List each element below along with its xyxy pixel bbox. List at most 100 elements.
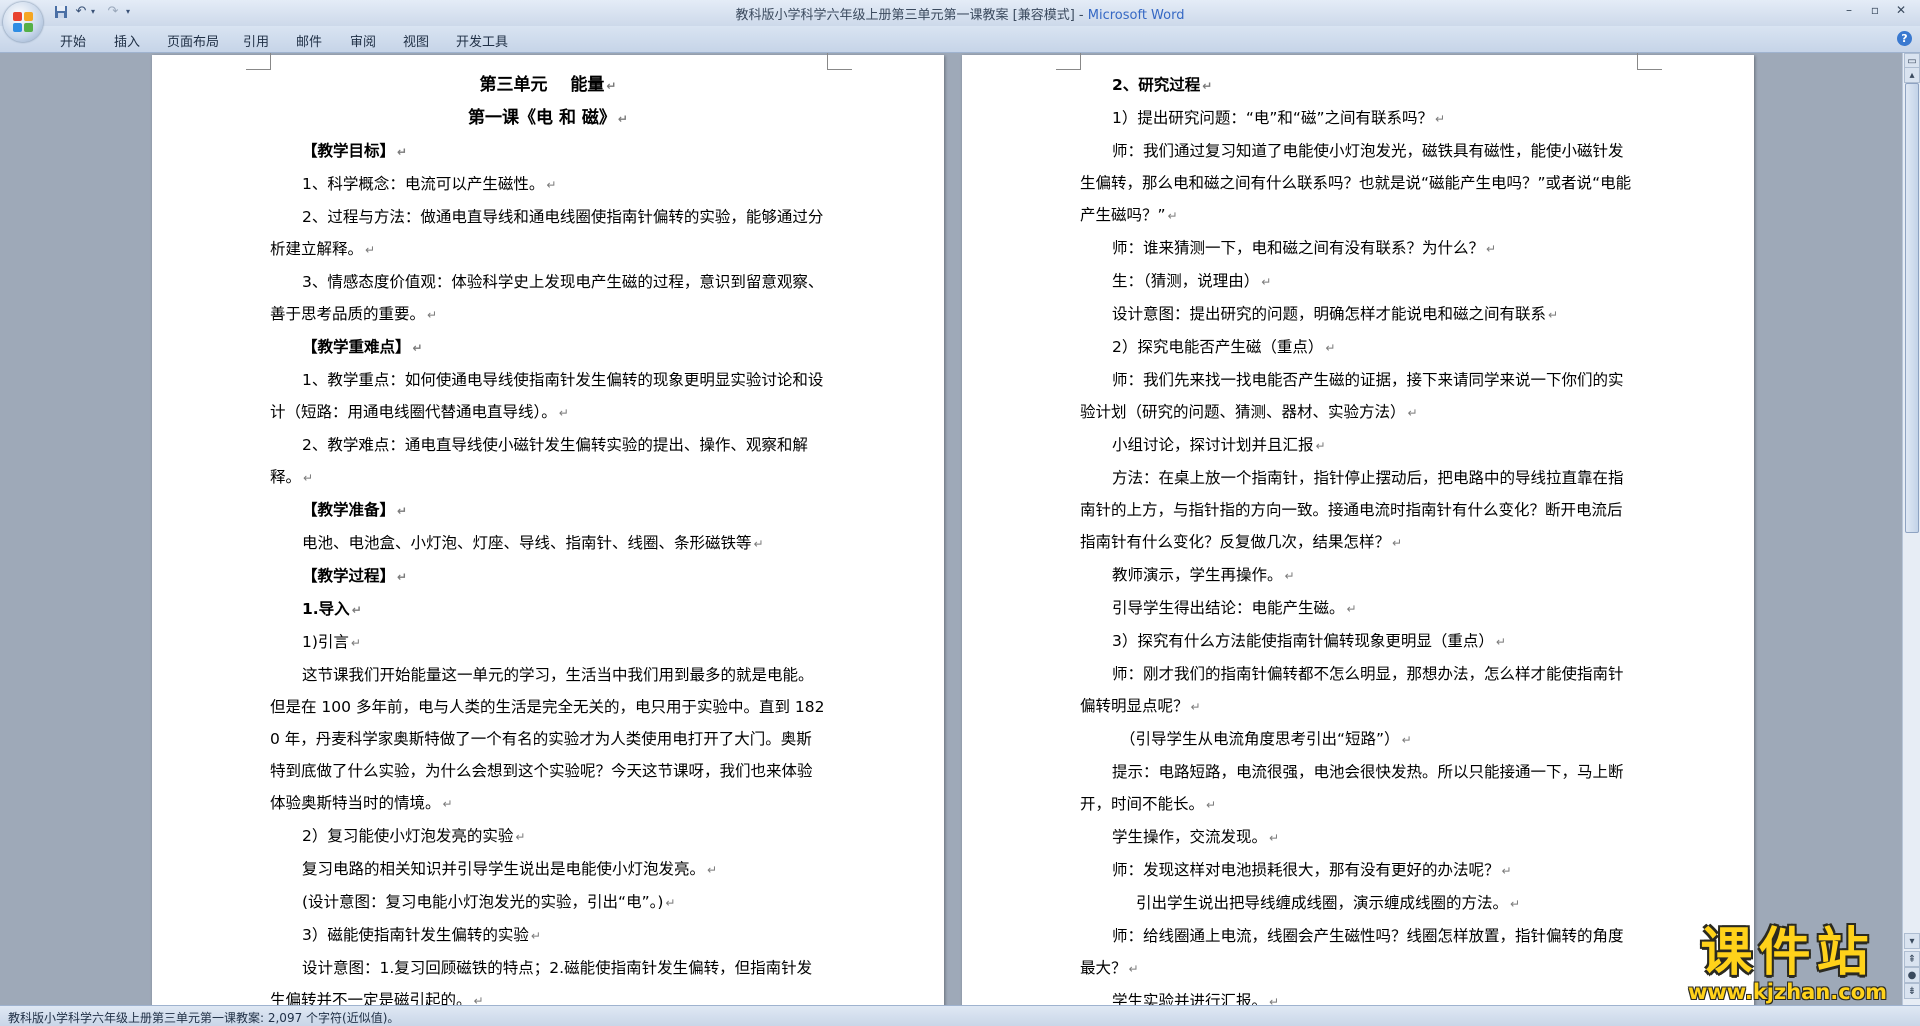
paragraph-mark-icon: ↵ bbox=[1548, 308, 1559, 322]
paragraph[interactable]: 【教学准备】 ↵ bbox=[270, 494, 826, 527]
paragraph[interactable]: 生：（猜测，说理由） ↵ bbox=[1080, 265, 1636, 298]
paragraph-text: 复习电路的相关知识并引导学生说出是电能使小灯泡发亮。 bbox=[302, 860, 706, 878]
office-logo-icon bbox=[13, 12, 33, 32]
paragraph-mark-icon: ↵ bbox=[530, 929, 541, 943]
paragraph-mark-icon: ↵ bbox=[1401, 733, 1412, 747]
paragraph[interactable]: 3）探究有什么方法能使指南针偏转现象更明显（重点） ↵ bbox=[1080, 625, 1636, 658]
close-button[interactable]: ✕ bbox=[1888, 1, 1914, 19]
paragraph-mark-icon: ↵ bbox=[1346, 602, 1357, 616]
paragraph-mark-icon: ↵ bbox=[1325, 341, 1336, 355]
paragraph[interactable]: 2、过程与方法：做通电直导线和通电线圈使指南针偏转的实验，能够通过分析建立解释。… bbox=[270, 201, 826, 266]
paragraph[interactable]: 1.导入 ↵ bbox=[270, 593, 826, 626]
paragraph[interactable]: 设计意图：提出研究的问题，明确怎样才能说电和磁之间有联系 ↵ bbox=[1080, 298, 1636, 331]
scroll-up-icon[interactable]: ▴ bbox=[1904, 67, 1920, 83]
crop-mark bbox=[1056, 53, 1081, 70]
paragraph-text: 3、情感态度价值观：体验科学史上发现电产生磁的过程，意识到留意观察、善于思考品质… bbox=[270, 273, 824, 323]
paragraph[interactable]: 师：发现这样对电池损耗很大，那有没有更好的办法呢？ ↵ bbox=[1080, 854, 1636, 887]
paragraph[interactable]: 【教学目标】 ↵ bbox=[270, 135, 826, 168]
tab-review[interactable]: 审阅 bbox=[350, 31, 376, 50]
paragraph-mark-icon: ↵ bbox=[707, 863, 718, 877]
tab-insert[interactable]: 插入 bbox=[114, 31, 140, 50]
paragraph-mark-icon: ↵ bbox=[397, 570, 408, 584]
paragraph-text: 师：我们先来找一找电能否产生磁的证据，接下来请同学来说一下你们的实验计划（研究的… bbox=[1080, 371, 1624, 421]
page-left[interactable]: 第三单元 能量 ↵ 第一课《电 和 磁》 ↵ 【教学目标】 ↵ 1、科学概念：电流可以产生磁… bbox=[152, 53, 944, 1005]
paragraph[interactable]: 2）探究电能否产生磁（重点） ↵ bbox=[1080, 331, 1636, 364]
paragraph[interactable]: 2、教学难点：通电直导线使小磁针发生偏转实验的提出、操作、观察和解释。 ↵ bbox=[270, 429, 826, 494]
paragraph[interactable]: 2）复习能使小灯泡发亮的实验 ↵ bbox=[270, 820, 826, 853]
paragraph[interactable]: 师：我们先来找一找电能否产生磁的证据，接下来请同学来说一下你们的实验计划（研究的… bbox=[1080, 364, 1636, 429]
paragraph-text: 【教学准备】 bbox=[302, 501, 396, 519]
paragraph-text: 师：我们通过复习知道了电能使小灯泡发光，磁铁具有磁性，能使小磁针发生偏转，那么电… bbox=[1080, 142, 1632, 224]
paragraph[interactable]: 第一课《电 和 磁》 ↵ bbox=[270, 102, 826, 135]
paragraph[interactable]: 【教学重难点】 ↵ bbox=[270, 331, 826, 364]
paragraph[interactable]: 师：我们通过复习知道了电能使小灯泡发光，磁铁具有磁性，能使小磁针发生偏转，那么电… bbox=[1080, 135, 1636, 232]
paragraph[interactable]: 电池、电池盒、小灯泡、灯座、导线、指南针、线圈、条形磁铁等 ↵ bbox=[270, 527, 826, 560]
select-browse-object-icon[interactable]: ● bbox=[1904, 967, 1920, 983]
tab-references[interactable]: 引用 bbox=[243, 31, 269, 50]
paragraph[interactable]: 这节课我们开始能量这一单元的学习，生活当中我们用到最多的就是电能。但是在 100… bbox=[270, 659, 826, 820]
help-icon[interactable]: ? bbox=[1897, 31, 1912, 46]
paragraph[interactable]: 提示：电路短路，电流很强，电池会很快发热。所以只能接通一下，马上断开，时间不能长… bbox=[1080, 756, 1636, 821]
paragraph[interactable]: 师：给线圈通上电流，线圈会产生磁性吗？线圈怎样放置，指针偏转的角度最大？ ↵ bbox=[1080, 920, 1636, 985]
crop-mark bbox=[827, 53, 852, 70]
minimize-button[interactable]: – bbox=[1836, 1, 1862, 19]
maximize-button[interactable]: ▫ bbox=[1862, 1, 1888, 19]
scroll-down-icon[interactable]: ▾ bbox=[1904, 933, 1920, 949]
paragraph-mark-icon: ↵ bbox=[617, 112, 628, 126]
scroll-thumb[interactable] bbox=[1905, 83, 1919, 533]
paragraph[interactable]: 方法：在桌上放一个指南针，指针停止摆动后，把电路中的导线拉直靠在指南针的上方，与… bbox=[1080, 462, 1636, 559]
tab-view[interactable]: 视图 bbox=[403, 31, 429, 50]
tab-page-layout[interactable]: 页面布局 bbox=[167, 31, 219, 50]
page-right[interactable]: 2、研究过程 ↵ 1）提出研究问题：“电”和“磁”之间有联系吗？ ↵ 师：我们通过复习知… bbox=[962, 53, 1754, 1005]
tab-mailings[interactable]: 邮件 bbox=[296, 31, 322, 50]
paragraph[interactable]: 3、情感态度价值观：体验科学史上发现电产生磁的过程，意识到留意观察、善于思考品质… bbox=[270, 266, 826, 331]
paragraph-text: 引出学生说出把导线缠成线圈，演示缠成线圈的方法。 bbox=[1136, 894, 1509, 912]
paragraph[interactable]: 引出学生说出把导线缠成线圈，演示缠成线圈的方法。 ↵ bbox=[1080, 887, 1636, 920]
paragraph[interactable]: 师：刚才我们的指南针偏转都不怎么明显，那想办法，怎么样才能使指南针偏转明显点呢？… bbox=[1080, 658, 1636, 723]
paragraph[interactable]: 2、研究过程 ↵ bbox=[1080, 69, 1636, 102]
title-bar: ↶ ▾ ↷ ▾ 教科版小学科学六年级上册第三单元第一课教案 [兼容模式] - M… bbox=[0, 0, 1920, 42]
paragraph[interactable]: 3）磁能使指南针发生偏转的实验 ↵ bbox=[270, 919, 826, 952]
paragraph-text: 【教学重难点】 bbox=[302, 338, 411, 356]
paragraph-mark-icon: ↵ bbox=[1167, 209, 1178, 223]
document-area[interactable]: 第三单元 能量 ↵ 第一课《电 和 磁》 ↵ 【教学目标】 ↵ 1、科学概念：电流可以产生磁… bbox=[0, 53, 1902, 1005]
paragraph[interactable]: 【教学过程】 ↵ bbox=[270, 560, 826, 593]
paragraph-mark-icon: ↵ bbox=[365, 243, 376, 257]
paragraph-text: 【教学目标】 bbox=[302, 142, 396, 160]
paragraph-mark-icon: ↵ bbox=[1128, 962, 1139, 976]
paragraph[interactable]: 1、教学重点：如何使通电导线使指南针发生偏转的现象更明显实验讨论和设计（短路：用… bbox=[270, 364, 826, 429]
previous-page-icon[interactable]: ⇞ bbox=[1904, 951, 1920, 967]
paragraph-text: 师：给线圈通上电流，线圈会产生磁性吗？线圈怎样放置，指针偏转的角度最大？ bbox=[1080, 927, 1624, 977]
paragraph-mark-icon: ↵ bbox=[397, 145, 408, 159]
left-page-text[interactable]: 第三单元 能量 ↵ 第一课《电 和 磁》 ↵ 【教学目标】 ↵ 1、科学概念：电流可以产生磁… bbox=[270, 69, 826, 1005]
status-word-count[interactable]: 教科版小学科学六年级上册第三单元第一课教案: 2,097 个字符(近似值)。 bbox=[8, 1009, 399, 1026]
paragraph[interactable]: 引导学生得出结论：电能产生磁。 ↵ bbox=[1080, 592, 1636, 625]
paragraph-mark-icon: ↵ bbox=[397, 504, 408, 518]
paragraph[interactable]: 设计意图：1.复习回顾磁铁的特点；2.磁能使指南针发生偏转，但指南针发生偏转并不… bbox=[270, 952, 826, 1005]
right-page-text[interactable]: 2、研究过程 ↵ 1）提出研究问题：“电”和“磁”之间有联系吗？ ↵ 师：我们通过复习知… bbox=[1080, 69, 1636, 1005]
paragraph[interactable]: 1、科学概念：电流可以产生磁性。 ↵ bbox=[270, 168, 826, 201]
office-button[interactable] bbox=[3, 2, 43, 42]
paragraph[interactable]: 学生实验并进行汇报。 ↵ bbox=[1080, 985, 1636, 1005]
paragraph-text: 【教学过程】 bbox=[302, 567, 396, 585]
paragraph[interactable]: 复习电路的相关知识并引导学生说出是电能使小灯泡发亮。 ↵ bbox=[270, 853, 826, 886]
paragraph[interactable]: 1）提出研究问题：“电”和“磁”之间有联系吗？ ↵ bbox=[1080, 102, 1636, 135]
paragraph-text: 第一课《电 和 磁》 bbox=[468, 108, 616, 128]
tab-home[interactable]: 开始 bbox=[60, 31, 86, 50]
tab-developer[interactable]: 开发工具 bbox=[456, 31, 508, 50]
paragraph-text: 3）探究有什么方法能使指南针偏转现象更明显（重点） bbox=[1112, 632, 1494, 650]
paragraph[interactable]: 学生操作，交流发现。 ↵ bbox=[1080, 821, 1636, 854]
paragraph-text: 2）复习能使小灯泡发亮的实验 bbox=[302, 827, 514, 845]
paragraph[interactable]: 1)引言 ↵ bbox=[270, 626, 826, 659]
paragraph[interactable]: 第三单元 能量 ↵ bbox=[270, 69, 826, 102]
paragraph[interactable]: （引导学生从电流角度思考引出“短路”） ↵ bbox=[1080, 723, 1636, 756]
paragraph-mark-icon: ↵ bbox=[1495, 635, 1506, 649]
paragraph[interactable]: (设计意图：复习电能小灯泡发光的实验，引出“电”。) ↵ bbox=[270, 886, 826, 919]
paragraph-text: 设计意图：提出研究的问题，明确怎样才能说电和磁之间有联系 bbox=[1112, 305, 1547, 323]
paragraph[interactable]: 师：谁来猜测一下，电和磁之间有没有联系？为什么？ ↵ bbox=[1080, 232, 1636, 265]
vertical-scrollbar[interactable]: ▭ ▴ ▾ ⇞ ● ⇟ bbox=[1902, 53, 1920, 1005]
paragraph[interactable]: 小组讨论，探讨计划并且汇报 ↵ bbox=[1080, 429, 1636, 462]
paragraph[interactable]: 教师演示，学生再操作。 ↵ bbox=[1080, 559, 1636, 592]
next-page-icon[interactable]: ⇟ bbox=[1904, 983, 1920, 999]
paragraph-mark-icon: ↵ bbox=[351, 603, 362, 617]
